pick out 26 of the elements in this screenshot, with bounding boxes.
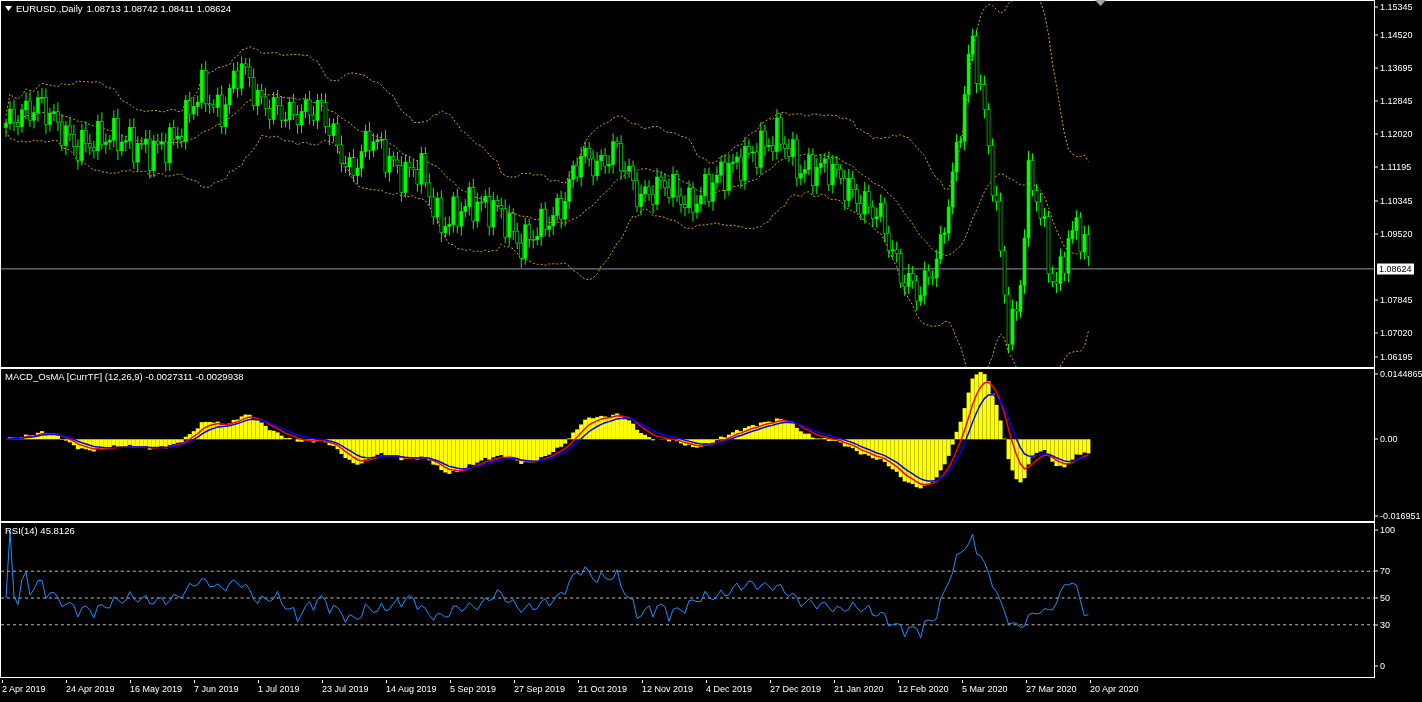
price-axis-label: 1.07845 [1375, 294, 1413, 306]
ohlc-values: 1.08713 1.08742 1.08411 1.08624 [86, 3, 232, 14]
price-axis-label: 1.11195 [1375, 161, 1412, 173]
price-axis-label: 1.10345 [1375, 195, 1413, 207]
price-axis-label: 1.06195 [1375, 351, 1413, 363]
price-axis-label: 1.14520 [1375, 29, 1413, 41]
macd-axis-label: 0.00 [1375, 433, 1398, 445]
rsi-axis-label: 100 [1375, 524, 1396, 536]
macd-axis-label: 0.0144865 [1375, 368, 1422, 380]
current-price-label: 1.08624 [1377, 263, 1414, 275]
chart-shift-marker-icon[interactable] [1095, 0, 1106, 6]
rsi-title: RSI(14) 45.8126 [5, 525, 75, 536]
price-axis-label: 1.13695 [1375, 62, 1413, 74]
price-axis-label: 1.09520 [1375, 228, 1413, 240]
rsi-axis-label: 50 [1375, 592, 1390, 604]
macd-axis-label: -0.016951 [1375, 510, 1421, 522]
dropdown-icon[interactable] [5, 6, 12, 11]
rsi-axis-label: 30 [1375, 619, 1390, 631]
rsi-axis-label: 70 [1375, 565, 1390, 577]
rsi-axis-label: 0 [1375, 660, 1385, 672]
price-axis-label: 1.12020 [1375, 128, 1413, 140]
macd-title: MACD_OsMA [CurrTF] (12,26,9) -0.0027311 -0.0029938 [5, 371, 244, 382]
price-axis-label: 1.07020 [1375, 327, 1413, 339]
price-axis-label: 1.15345 [1375, 1, 1413, 13]
price-axis-label: 1.12845 [1375, 95, 1413, 107]
symbol-title: EURUSD.,Daily [16, 3, 83, 14]
